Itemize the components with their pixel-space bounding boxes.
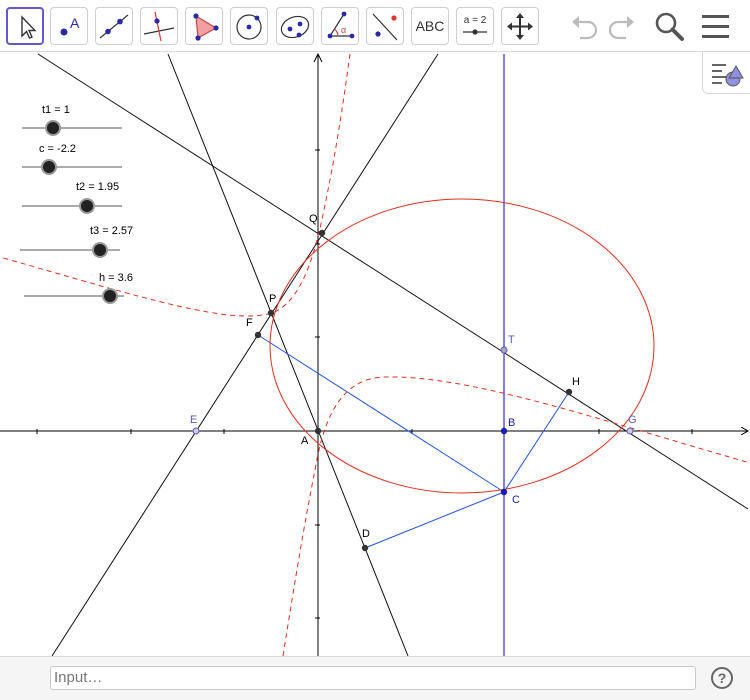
ellipse-tool-button[interactable] xyxy=(276,7,314,45)
line-through-q-g xyxy=(37,53,749,510)
input-bar: Input… ? xyxy=(0,656,750,700)
reflect-tool-button[interactable] xyxy=(366,7,404,45)
dashed-cubic-curve[interactable] xyxy=(0,53,750,656)
slider-t1-label: t1 = 1 xyxy=(42,104,70,116)
line-tool-button[interactable] xyxy=(95,7,133,45)
cursor-arrow-icon xyxy=(21,15,37,39)
point-t[interactable]: T xyxy=(500,334,515,354)
svg-text:G: G xyxy=(628,414,637,426)
slider-t2-label: t2 = 1.95 xyxy=(76,181,119,193)
slider-c[interactable]: c = -2.2 xyxy=(22,143,122,175)
slider-c-label: c = -2.2 xyxy=(39,143,76,155)
slider-t2[interactable]: t2 = 1.95 xyxy=(22,181,122,214)
svg-text:C: C xyxy=(512,494,520,506)
hamburger-menu-icon[interactable] xyxy=(698,8,734,44)
polygon-icon xyxy=(193,13,219,41)
slider-t3[interactable]: t3 = 2.57 xyxy=(20,225,133,258)
curve-lower-branch xyxy=(282,376,750,656)
slider-t3-handle xyxy=(92,242,108,258)
svg-text:F: F xyxy=(246,317,253,329)
slider-h-handle xyxy=(102,288,118,304)
reflect-about-line-icon xyxy=(372,13,398,41)
slider-panel: t1 = 1 c = -2.2 t2 = 1.95 t3 = 2.57 h = … xyxy=(20,104,133,304)
svg-text:Q: Q xyxy=(309,213,318,225)
text-tool-label: ABC xyxy=(415,18,445,34)
svg-text:A: A xyxy=(70,15,80,31)
point-f[interactable]: F xyxy=(246,317,262,339)
toolbar: A α ABC a = 2 xyxy=(0,0,750,52)
svg-text:D: D xyxy=(362,528,370,540)
red-ellipse[interactable] xyxy=(269,198,655,494)
circle-tool-button[interactable] xyxy=(230,7,268,45)
svg-text:H: H xyxy=(572,376,580,388)
angle-icon: α xyxy=(327,11,355,39)
points: Q P F T H E A B G C D xyxy=(190,213,637,552)
segment-c-h xyxy=(503,391,570,493)
text-tool-button[interactable]: ABC xyxy=(411,7,449,45)
slider-t3-label: t3 = 2.57 xyxy=(90,225,133,237)
construction-lines[interactable] xyxy=(37,53,749,656)
move-tool-button[interactable] xyxy=(6,7,44,45)
svg-text:P: P xyxy=(269,293,276,305)
move-arrows-icon xyxy=(507,13,533,40)
svg-text:A: A xyxy=(301,435,309,447)
segment-c-d xyxy=(364,491,505,549)
point-d[interactable]: D xyxy=(361,528,370,552)
circle-with-center-icon xyxy=(236,14,262,40)
move-graphics-view-tool-button[interactable] xyxy=(501,7,539,45)
search-icon[interactable] xyxy=(651,8,687,44)
line-through-f-e xyxy=(51,53,439,656)
segment-f-c xyxy=(257,334,505,493)
style-bar-toggle-button[interactable] xyxy=(702,52,750,94)
point-icon: A xyxy=(60,15,80,36)
slider-icon: a = 2 xyxy=(463,15,487,35)
redo-icon[interactable] xyxy=(604,8,640,44)
point-b[interactable]: B xyxy=(500,417,516,435)
svg-text:α: α xyxy=(341,25,346,35)
svg-text:B: B xyxy=(508,417,515,429)
slider-tool-button[interactable]: a = 2 xyxy=(456,7,494,45)
slider-t2-handle xyxy=(79,198,95,214)
perpendicular-line-icon xyxy=(143,11,175,42)
slider-h-label: h = 3.6 xyxy=(99,272,133,284)
graphics-view[interactable]: t1 = 1 c = -2.2 t2 = 1.95 t3 = 2.57 h = … xyxy=(0,52,750,656)
slider-t1[interactable]: t1 = 1 xyxy=(22,104,122,136)
line-through-p-d xyxy=(167,53,409,656)
svg-text:a = 2: a = 2 xyxy=(464,15,487,26)
ellipse-icon xyxy=(280,15,310,39)
angle-tool-button[interactable]: α xyxy=(321,7,359,45)
algebra-input-field[interactable]: Input… xyxy=(50,666,696,690)
slider-h[interactable]: h = 3.6 xyxy=(24,272,133,304)
line-through-points-icon xyxy=(99,14,129,39)
style-bar-icon xyxy=(712,64,744,87)
slider-c-handle xyxy=(41,159,57,175)
svg-text:T: T xyxy=(508,334,515,346)
slider-t1-handle xyxy=(45,120,61,136)
curve-upper-branch xyxy=(0,53,351,317)
coordinate-axes xyxy=(0,52,748,656)
point-tool-button[interactable]: A xyxy=(50,7,88,45)
undo-icon[interactable] xyxy=(566,8,602,44)
svg-text:E: E xyxy=(190,414,197,426)
polygon-tool-button[interactable] xyxy=(185,7,223,45)
point-h[interactable]: H xyxy=(565,376,580,396)
perpendicular-line-tool-button[interactable] xyxy=(140,7,178,45)
help-icon[interactable]: ? xyxy=(711,667,733,689)
